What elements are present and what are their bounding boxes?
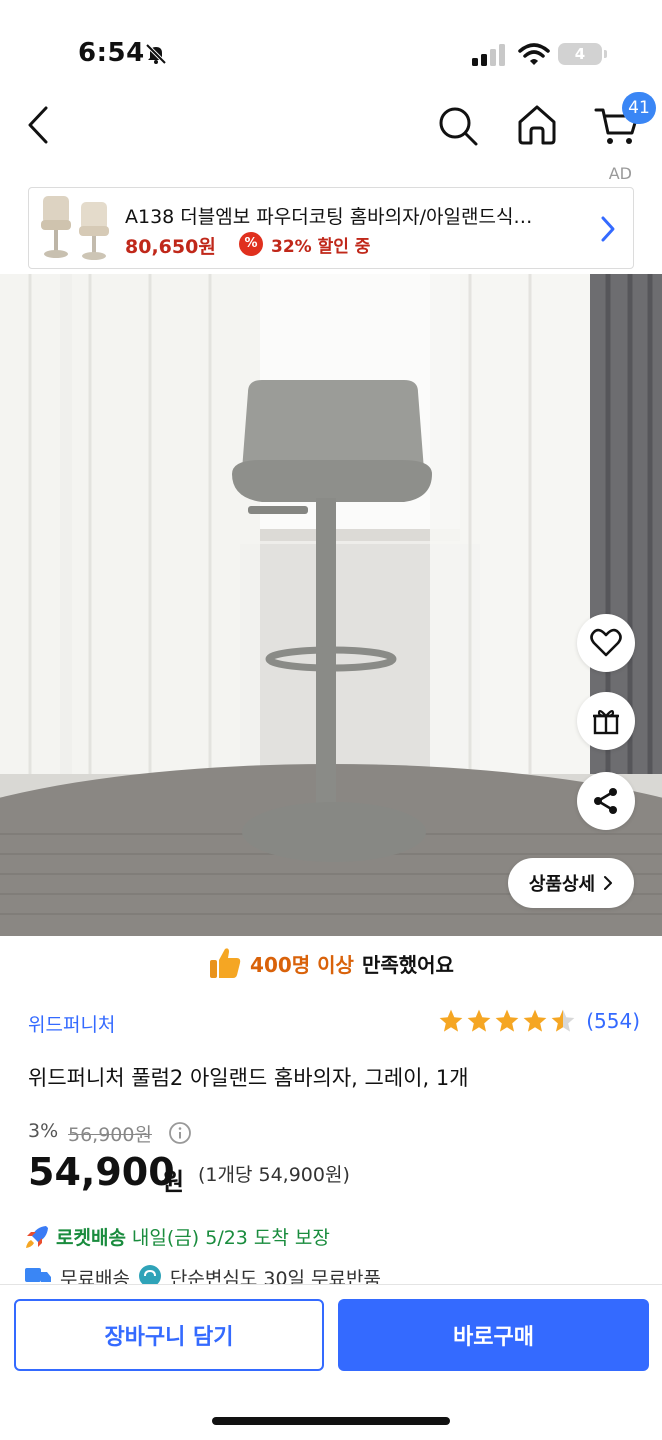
home-icon[interactable] (514, 102, 560, 148)
thumbs-up-icon (210, 948, 241, 978)
truck-icon (25, 1268, 51, 1282)
buy-now-button[interactable]: 바로구매 (338, 1299, 649, 1371)
satisfaction-count: 400명 이상 (250, 952, 354, 977)
satisfaction-banner: 400명 이상 만족했어요 (0, 942, 662, 984)
heart-icon (590, 628, 622, 657)
signal-icon (472, 44, 505, 66)
price-currency: 원 (162, 1168, 185, 1196)
search-icon[interactable] (436, 104, 480, 148)
satisfaction-text: 만족했어요 (361, 952, 454, 977)
unit-price: (1개당 54,900원) (198, 1164, 350, 1186)
ad-product-thumbnail (41, 196, 109, 260)
review-count[interactable]: (554) (586, 1009, 640, 1033)
rocket-icon (26, 1225, 48, 1248)
ad-discount: 32% 할인 중 (271, 237, 371, 257)
bell-off-icon (145, 43, 167, 65)
arrival-date: 내일(금) 5/23 도착 보장 (131, 1227, 330, 1249)
return-icon (138, 1265, 161, 1284)
wishlist-button[interactable] (577, 614, 635, 672)
status-time: 6:54 (78, 38, 145, 68)
original-price: 56,900원 (68, 1124, 152, 1146)
battery-indicator: 4 (558, 43, 607, 65)
bottom-action-bar: 장바구니 담기 바로구매 (0, 1284, 662, 1440)
home-indicator[interactable] (212, 1417, 450, 1425)
ad-banner[interactable]: A138 더블엠보 파우더코팅 홈바의자/아일랜드식… 80,650원 % 32… (28, 187, 634, 269)
star-icon (467, 1009, 491, 1032)
discount-rate: 3% (28, 1120, 59, 1142)
ad-title: A138 더블엠보 파우더코팅 홈바의자/아일랜드식… (125, 206, 533, 228)
sale-price: 54,900 (28, 1150, 175, 1194)
ad-price: 80,650원 (125, 236, 216, 258)
status-bar: 6:54 4 (0, 0, 662, 96)
share-icon (594, 788, 617, 814)
share-button[interactable] (577, 772, 635, 830)
star-icon (495, 1009, 519, 1032)
info-icon[interactable] (168, 1121, 192, 1145)
product-detail-label: 상품상세 (528, 874, 596, 895)
product-detail-button[interactable]: 상품상세 (508, 858, 634, 908)
rocket-delivery-label: 로켓배송 (56, 1227, 126, 1249)
delivery-info: 로켓배송 내일(금) 5/23 도착 보장 (24, 1223, 330, 1250)
product-title: 위드퍼니처 풀럼2 아일랜드 홈바의자, 그레이, 1개 (28, 1066, 469, 1090)
discount-icon: % (239, 232, 263, 256)
cart-count-badge[interactable]: 41 (622, 92, 656, 124)
brand-link[interactable]: 위드퍼니처 (28, 1010, 115, 1037)
rating[interactable]: (554) (438, 1008, 640, 1034)
chevron-right-icon[interactable] (599, 214, 617, 244)
back-icon[interactable] (22, 104, 54, 146)
star-icon (523, 1009, 547, 1032)
star-half-icon (551, 1009, 575, 1032)
product-image-gallery[interactable]: 상품상세 (0, 274, 662, 936)
add-to-cart-button[interactable]: 장바구니 담기 (14, 1299, 324, 1371)
wifi-icon (518, 43, 550, 65)
shipping-benefits: 무료배송 단순변심도 30일 무료반품 (24, 1264, 644, 1284)
star-icon (439, 1009, 463, 1032)
product-image (0, 274, 662, 936)
free-return-label: 단순변심도 30일 무료반품 (169, 1268, 381, 1284)
nav-bar (0, 96, 662, 156)
gift-icon (593, 710, 619, 735)
free-shipping-label: 무료배송 (60, 1268, 130, 1284)
ad-label: AD (608, 164, 632, 183)
gift-button[interactable] (577, 692, 635, 750)
chevron-right-icon (604, 876, 613, 890)
